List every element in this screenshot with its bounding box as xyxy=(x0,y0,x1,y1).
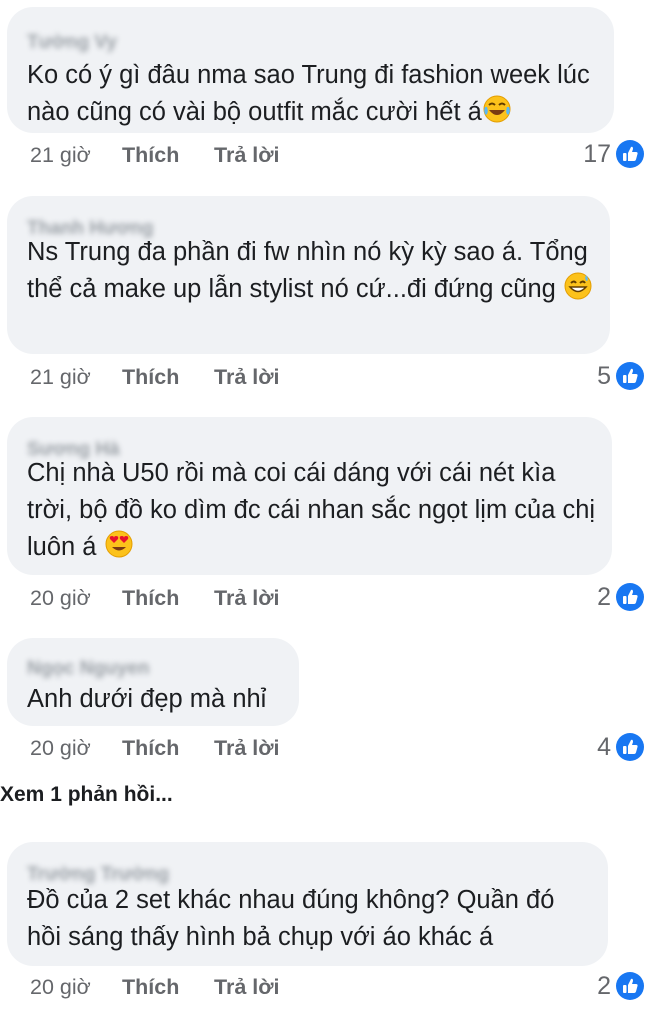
comment-actions: 20 giờ Thích Trả lời xyxy=(30,583,279,613)
like-button[interactable]: Thích xyxy=(122,975,214,1000)
reply-button[interactable]: Trả lời xyxy=(214,736,279,761)
comment-time[interactable]: 20 giờ xyxy=(30,736,122,761)
reply-button[interactable]: Trả lời xyxy=(214,586,279,611)
comment-text: Chị nhà U50 rồi mà coi cái dáng với cái … xyxy=(27,455,598,570)
comment-time[interactable]: 20 giờ xyxy=(30,975,122,1000)
reply-button[interactable]: Trả lời xyxy=(214,975,279,1000)
thumbs-up-icon xyxy=(614,970,646,1002)
thumbs-up-icon xyxy=(614,731,646,763)
heart-eyes-icon xyxy=(104,529,134,570)
like-button[interactable]: Thích xyxy=(122,736,214,761)
reply-button[interactable]: Trả lời xyxy=(214,365,279,390)
comment-text-body: Ns Trung đa phần đi fw nhìn nó kỳ kỳ sao… xyxy=(27,238,595,303)
comment-text: Anh dưới đẹp mà nhỉ xyxy=(27,681,285,718)
comment-text-body: Anh dưới đẹp mà nhỉ xyxy=(27,685,267,713)
thumbs-up-icon xyxy=(614,138,646,170)
comment-time[interactable]: 20 giờ xyxy=(30,586,122,611)
thumbs-up-icon xyxy=(614,581,646,613)
comment-text: Ns Trung đa phần đi fw nhìn nó kỳ kỳ sao… xyxy=(27,234,596,312)
comment-bubble[interactable]: Trường Trường Đồ của 2 set khác nhau đún… xyxy=(7,842,608,966)
like-button[interactable]: Thích xyxy=(122,586,214,611)
reaction-number: 2 xyxy=(597,971,611,1000)
comment-bubble[interactable]: Thanh Hương Ns Trung đa phần đi fw nhìn … xyxy=(7,196,610,354)
like-button[interactable]: Thích xyxy=(122,365,214,390)
reaction-count[interactable]: 17 xyxy=(583,138,646,170)
reaction-number: 2 xyxy=(597,582,611,611)
reaction-number: 17 xyxy=(583,139,611,168)
reaction-count[interactable]: 2 xyxy=(597,581,646,613)
comment-actions: 21 giờ Thích Trả lời xyxy=(30,140,279,170)
reply-button[interactable]: Trả lời xyxy=(214,143,279,168)
comment-actions: 21 giờ Thích Trả lời xyxy=(30,362,279,392)
comment-text: Đồ của 2 set khác nhau đúng không? Quần … xyxy=(27,882,594,956)
comment-author[interactable]: Tường Vy xyxy=(27,32,117,54)
comment-bubble[interactable]: Sương Hà Chị nhà U50 rồi mà coi cái dáng… xyxy=(7,417,612,575)
comment-time[interactable]: 21 giờ xyxy=(30,143,122,168)
comment-text-body: Đồ của 2 set khác nhau đúng không? Quần … xyxy=(27,886,562,951)
reaction-number: 4 xyxy=(597,732,611,761)
comment-author[interactable]: Ngọc Nguyen xyxy=(27,658,149,680)
comment-time[interactable]: 21 giờ xyxy=(30,365,122,390)
thumbs-up-icon xyxy=(614,360,646,392)
reaction-count[interactable]: 5 xyxy=(597,360,646,392)
reaction-number: 5 xyxy=(597,361,611,390)
comment-bubble[interactable]: Ngọc Nguyen Anh dưới đẹp mà nhỉ xyxy=(7,638,299,726)
laughing-tears-icon xyxy=(482,94,512,135)
comment-actions: 20 giờ Thích Trả lời xyxy=(30,972,279,1002)
comment-bubble[interactable]: Tường Vy Ko có ý gì đâu nma sao Trung đi… xyxy=(7,7,614,133)
like-button[interactable]: Thích xyxy=(122,143,214,168)
comment-actions: 20 giờ Thích Trả lời xyxy=(30,733,279,763)
grinning-sweat-icon xyxy=(563,271,593,312)
reaction-count[interactable]: 2 xyxy=(597,970,646,1002)
reaction-count[interactable]: 4 xyxy=(597,731,646,763)
view-replies-link[interactable]: Xem 1 phản hồi... xyxy=(0,783,173,807)
comment-text: Ko có ý gì đâu nma sao Trung đi fashion … xyxy=(27,57,600,135)
